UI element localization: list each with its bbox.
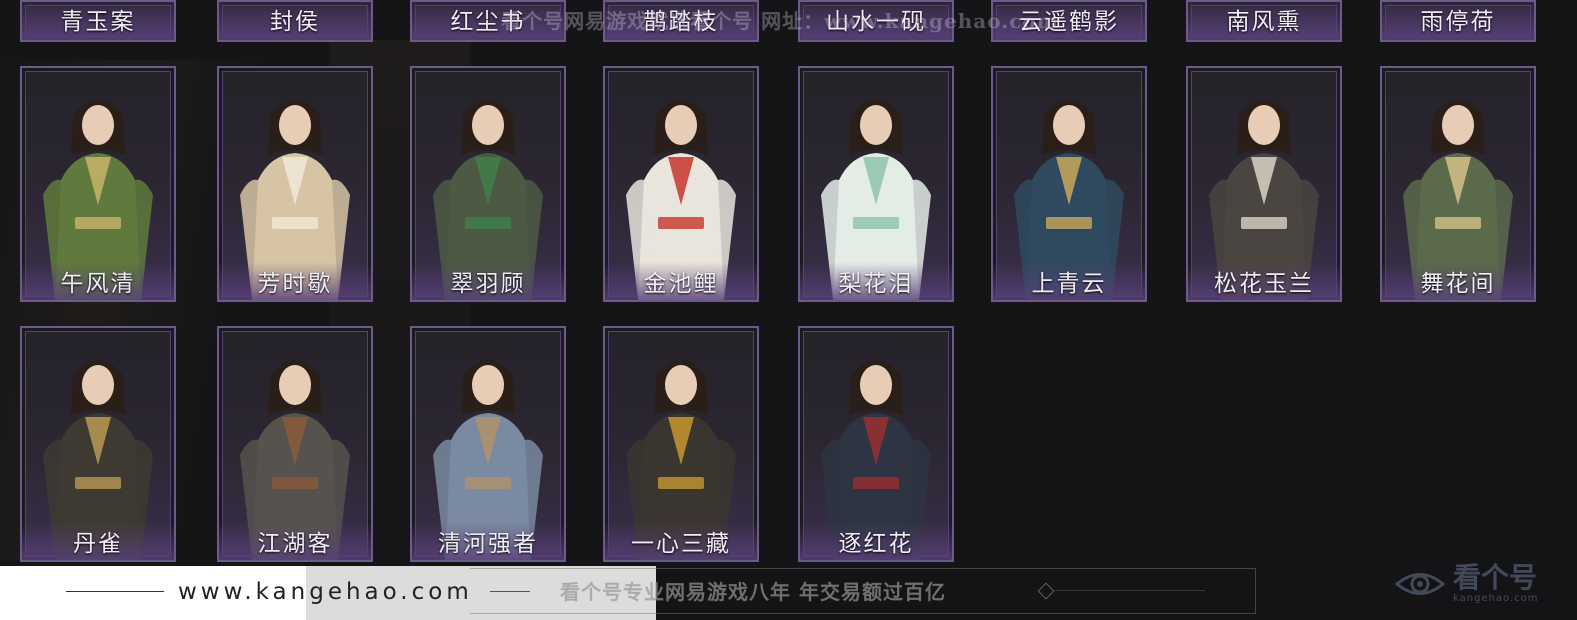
footer-divider-left	[66, 591, 164, 592]
outfit-name: 一心三藏	[605, 522, 757, 560]
outfit-card[interactable]: 云遥鹤影	[991, 0, 1147, 42]
outfit-card[interactable]: 青玉案	[20, 0, 176, 42]
outfit-name: 松花玉兰	[1188, 262, 1340, 300]
outfit-card[interactable]: 午风清	[20, 66, 176, 302]
outfit-card[interactable]: 封侯	[217, 0, 373, 42]
outfit-name: 金池鲤	[605, 262, 757, 300]
logo-name: 看个号	[1453, 561, 1538, 594]
outfit-card[interactable]: 清河强者	[410, 326, 566, 562]
outfit-name: 芳时歇	[219, 262, 371, 300]
outfit-card[interactable]: 红尘书	[410, 0, 566, 42]
outfit-name: 雨停荷	[1382, 2, 1534, 40]
site-logo-watermark: 看个号 kangehao.com	[1395, 556, 1570, 612]
outfit-card[interactable]: 南风熏	[1186, 0, 1342, 42]
outfit-name: 丹雀	[22, 522, 174, 560]
outfit-name: 舞花间	[1382, 262, 1534, 300]
footer-slogan: 看个号专业网易游戏八年 年交易额过百亿	[560, 579, 946, 604]
outfit-card[interactable]: 舞花间	[1380, 66, 1536, 302]
outfit-card[interactable]: 金池鲤	[603, 66, 759, 302]
outfit-name: 云遥鹤影	[993, 2, 1145, 40]
outfit-card[interactable]: 山水一砚	[798, 0, 954, 42]
outfit-card[interactable]: 松花玉兰	[1186, 66, 1342, 302]
outfit-card[interactable]: 一心三藏	[603, 326, 759, 562]
outfit-name: 逐红花	[800, 522, 952, 560]
outfit-name: 青玉案	[22, 2, 174, 40]
outfit-name: 午风清	[22, 262, 174, 300]
outfit-name: 翠羽顾	[412, 262, 564, 300]
outfit-card[interactable]: 上青云	[991, 66, 1147, 302]
outfit-name: 南风熏	[1188, 2, 1340, 40]
outfit-name: 鹊踏枝	[605, 2, 757, 40]
footer-url[interactable]: www.kangehao.com	[178, 574, 473, 610]
outfit-card[interactable]: 江湖客	[217, 326, 373, 562]
outfit-name: 红尘书	[412, 2, 564, 40]
outfit-card[interactable]: 梨花泪	[798, 66, 954, 302]
outfit-card[interactable]: 翠羽顾	[410, 66, 566, 302]
logo-domain: kangehao.com	[1453, 593, 1539, 604]
outfit-name: 梨花泪	[800, 262, 952, 300]
outfit-card[interactable]: 鹊踏枝	[603, 0, 759, 42]
footer-ornament-line	[1055, 590, 1205, 591]
outfit-card[interactable]: 芳时歇	[217, 66, 373, 302]
outfit-card[interactable]: 逐红花	[798, 326, 954, 562]
outfit-name: 清河强者	[412, 522, 564, 560]
outfit-name: 上青云	[993, 262, 1145, 300]
outfit-name: 江湖客	[219, 522, 371, 560]
outfit-card[interactable]: 雨停荷	[1380, 0, 1536, 42]
outfit-name: 山水一砚	[800, 2, 952, 40]
outfit-card[interactable]: 丹雀	[20, 326, 176, 562]
outfit-name: 封侯	[219, 2, 371, 40]
eye-logo-icon	[1395, 573, 1445, 595]
